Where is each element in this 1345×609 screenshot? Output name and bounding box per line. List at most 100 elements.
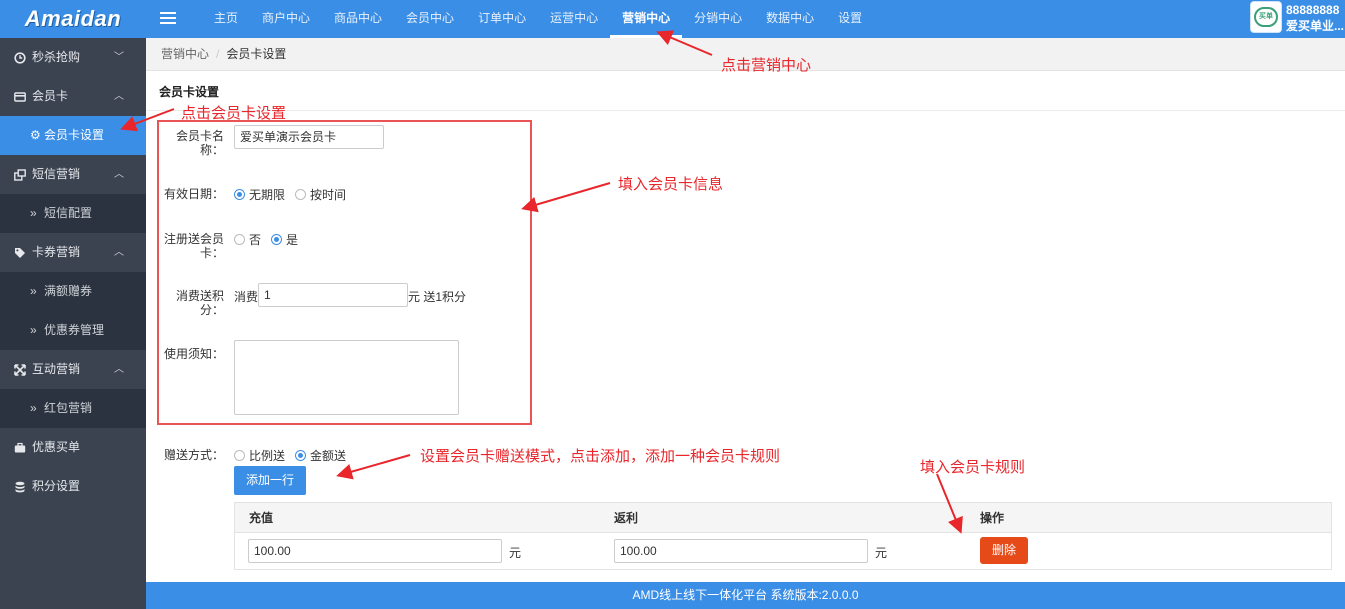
sidebar-group-label: 积分设置 [32,479,81,493]
breadcrumb-current: 会员卡设置 [226,47,287,61]
register-gift-no-text: 否 [249,233,262,247]
card-name-input[interactable]: 爱买单演示会员卡 [234,125,384,149]
sidebar-item-label: 满额赠券 [44,284,93,298]
sidebar-item-full-amount-coupon[interactable]: » 满额赠券 [0,272,146,311]
user-id: 88888888 [1286,3,1340,17]
annotation-gift-mode: 设置会员卡赠送模式，点击添加，添加一种会员卡规则 [420,448,781,465]
top-nav: 主页 商户中心 商品中心 会员中心 订单中心 运营中心 营销中心 分销中心 数据… [202,0,874,38]
sidebar-group-points-settings[interactable]: 积分设置 [0,467,146,506]
gift-mode-amount-radio[interactable] [295,450,307,461]
column-header-recharge: 充值 [249,511,274,525]
notice-label: 使用须知： [163,347,224,361]
menu-toggle-icon[interactable] [160,9,178,27]
sidebar-group-sms-marketing[interactable]: 短信营销 ︿ [0,155,146,194]
sidebar: 秒杀抢购 ﹀ 会员卡 ︿ ⚙ 会员卡设置 短信营销 ︿ » 短信配置 卡券营销 ︿ … [0,38,146,609]
table-row: 100.00 元 100.00 元 删除 [235,533,1331,569]
avatar-logo-text: 买单 [1254,7,1278,27]
rebate-unit: 元 [875,546,888,560]
nav-data-center[interactable]: 数据中心 [754,0,826,38]
validity-by-time-radio[interactable] [295,189,307,200]
avatar[interactable]: 买单 [1250,1,1282,33]
validity-unlimited-text: 无期限 [249,188,286,202]
annotation-fill-rules: 填入会员卡规则 [920,459,1026,476]
rebate-input[interactable]: 100.00 [614,539,868,563]
sidebar-group-flash-sale[interactable]: 秒杀抢购 ﹀ [0,38,146,77]
sidebar-item-label: 优惠券管理 [44,323,105,337]
breadcrumb-parent[interactable]: 营销中心 [161,47,209,61]
validity-unlimited-radio[interactable] [234,189,245,200]
validity-label: 有效日期： [163,187,224,201]
nav-merchant-center[interactable]: 商户中心 [250,0,322,38]
logo[interactable]: Amaidan [0,0,146,38]
register-gift-yes-text: 是 [286,233,299,247]
register-gift-label: 注册送会员卡： [163,232,224,260]
windows-icon [14,168,26,181]
chevron-up-icon: ︿ [114,91,124,102]
sidebar-item-label: 短信配置 [44,206,93,220]
table-header: 充值 返利 操作 [235,503,1331,533]
annotation-click-marketing: 点击营销中心 [721,57,812,74]
chevron-down-icon: ﹀ [114,52,124,63]
double-chevron-icon: » [30,401,37,415]
sidebar-item-label: 红包营销 [44,401,93,415]
register-gift-yes-radio[interactable] [271,234,283,245]
sidebar-group-label: 会员卡 [32,89,69,103]
register-gift-no-radio[interactable] [234,234,245,245]
gift-mode-ratio-radio[interactable] [234,450,245,461]
points-label: 消费送积分： [175,289,224,317]
divider [146,110,1345,111]
recharge-input[interactable]: 100.00 [248,539,502,563]
sidebar-group-label: 卡券营销 [32,245,81,259]
points-amount-input[interactable]: 1 [258,283,408,307]
nav-distribution-center[interactable]: 分销中心 [682,0,754,38]
sidebar-item-label: 会员卡设置 [44,128,105,142]
nav-settings[interactable]: 设置 [826,0,874,38]
briefcase-icon [14,442,26,452]
delete-button[interactable]: 删除 [980,537,1028,564]
clock-icon [14,51,26,64]
nav-product-center[interactable]: 商品中心 [322,0,394,38]
add-row-button[interactable]: 添加一行 [234,466,306,495]
sidebar-item-member-card-settings[interactable]: ⚙ 会员卡设置 [0,116,146,155]
annotation-fill-card-info: 填入会员卡信息 [618,176,724,193]
chevron-up-icon: ︿ [114,364,124,375]
sidebar-group-discount-pay[interactable]: 优惠买单 [0,428,146,467]
gift-mode-label: 赠送方式： [163,448,224,462]
rules-table: 充值 返利 操作 100.00 元 100.00 元 删除 [234,502,1332,570]
sidebar-item-red-packet[interactable]: » 红包营销 [0,389,146,428]
sidebar-item-coupon-management[interactable]: » 优惠券管理 [0,311,146,350]
nav-member-center[interactable]: 会员中心 [394,0,466,38]
tag-icon [15,247,25,258]
chevron-up-icon: ︿ [114,169,124,180]
validity-by-time-text: 按时间 [310,188,347,202]
gear-icon: ⚙ [30,128,41,142]
user-name: 爱买单业... [1286,19,1345,33]
sidebar-group-label: 短信营销 [32,167,81,181]
nav-marketing-center[interactable]: 营销中心 [610,0,683,38]
recharge-unit: 元 [509,546,522,560]
nav-operation-center[interactable]: 运营中心 [538,0,610,38]
sidebar-group-member-card[interactable]: 会员卡 ︿ [0,77,146,116]
card-icon [14,91,26,102]
sidebar-group-coupon-marketing[interactable]: 卡券营销 ︿ [0,233,146,272]
user-menu[interactable]: 买单 88888888 爱买单业... [1250,1,1344,34]
nav-home[interactable]: 主页 [202,0,250,38]
column-header-rebate: 返利 [614,511,639,525]
footer: AMD线上线下一体化平台 系统版本:2.0.0.0 [146,582,1345,609]
sidebar-group-label: 互动营销 [32,362,81,376]
top-bar: Amaidan 主页 商户中心 商品中心 会员中心 订单中心 运营中心 营销中心… [0,0,1345,38]
notice-textarea[interactable] [234,340,459,415]
gift-mode-amount-text: 金额送 [310,449,347,463]
nav-order-center[interactable]: 订单中心 [466,0,538,38]
sidebar-group-label: 优惠买单 [32,440,81,454]
page-title: 会员卡设置 [159,85,220,99]
main-content: 营销中心 / 会员卡设置 会员卡设置 会员卡名称： 爱买单演示会员卡 有效日期： 无… [146,38,1345,609]
points-prefix: 消费 [234,290,259,304]
gift-mode-ratio-text: 比例送 [249,449,286,463]
database-icon [15,481,25,492]
double-chevron-icon: » [30,206,37,220]
sidebar-item-sms-config[interactable]: » 短信配置 [0,194,146,233]
double-chevron-icon: » [30,284,37,298]
card-name-label: 会员卡名称： [175,129,224,157]
sidebar-group-interactive-marketing[interactable]: 互动营销 ︿ [0,350,146,389]
